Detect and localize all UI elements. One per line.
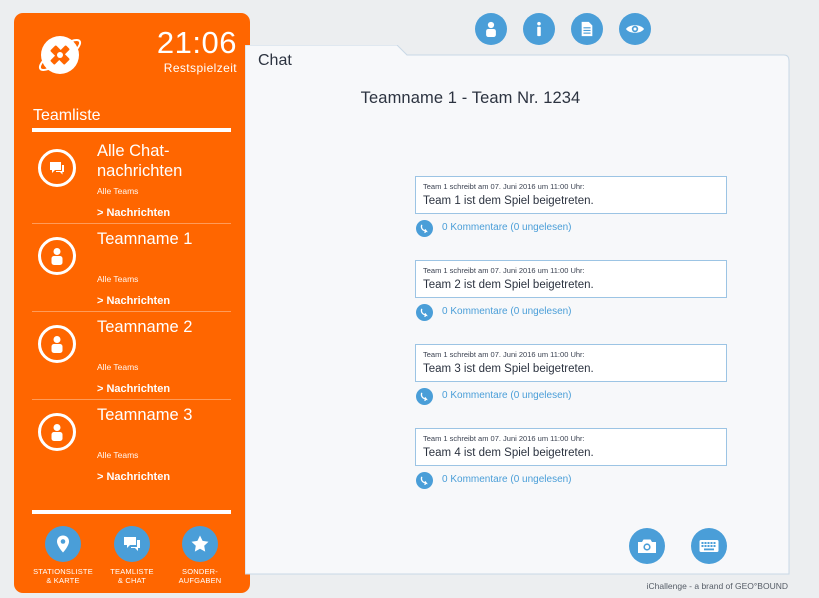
- document-icon: [581, 21, 593, 37]
- team-sub: Alle Teams: [97, 450, 139, 460]
- chat-bubbles-icon: [114, 526, 150, 562]
- message-meta: Team 1 schreibt am 07. Juni 2016 um 11:0…: [423, 266, 585, 275]
- view-button[interactable]: [619, 13, 651, 45]
- messages-link[interactable]: > Nachrichten: [97, 295, 170, 307]
- comments-count[interactable]: 0 Kommentare (0 ungelesen): [442, 390, 572, 401]
- team-entry-3[interactable]: Teamname 3 Alle Teams > Nachrichten: [32, 400, 231, 488]
- teamlist-heading: Teamliste: [33, 107, 101, 124]
- messages-link[interactable]: > Nachrichten: [97, 471, 170, 483]
- message-text: Team 1 ist dem Spiel beigetreten.: [423, 195, 594, 207]
- keyboard-button[interactable]: [691, 528, 727, 564]
- bottom-navigation: STATIONSLISTE & KARTE TEAMLISTE & CHAT SON…: [14, 526, 250, 590]
- satellite-logo-icon: [36, 31, 84, 79]
- person-icon: [486, 21, 496, 37]
- message-text: Team 3 ist dem Spiel beigetreten.: [423, 363, 594, 375]
- clock-label: Restspielzeit: [163, 61, 237, 75]
- nav-label: AUFGABEN: [178, 576, 222, 585]
- nav-label: TEAMLISTE: [110, 567, 154, 576]
- message-meta: Team 1 schreibt am 07. Juni 2016 um 11:0…: [423, 434, 585, 443]
- comments-count[interactable]: 0 Kommentare (0 ungelesen): [442, 222, 572, 233]
- team-entry-2[interactable]: Teamname 2 Alle Teams > Nachrichten: [32, 312, 231, 400]
- team-sub: Alle Teams: [97, 274, 139, 284]
- reply-icon: [416, 472, 433, 489]
- messages-link[interactable]: > Nachrichten: [97, 207, 170, 219]
- nav-label: & CHAT: [117, 576, 147, 585]
- chat-bubbles-icon: [38, 149, 76, 187]
- messages-link[interactable]: > Nachrichten: [97, 383, 170, 395]
- star-icon: [182, 526, 218, 562]
- message-text: Team 4 ist dem Spiel beigetreten.: [423, 447, 594, 459]
- brand-footer: iChallenge - a brand of GEO°BOUND: [646, 581, 788, 591]
- map-pin-icon: [45, 526, 81, 562]
- message-meta: Team 1 schreibt am 07. Juni 2016 um 11:0…: [423, 182, 585, 191]
- nav-label: & KARTE: [46, 576, 80, 585]
- message-meta: Team 1 schreibt am 07. Juni 2016 um 11:0…: [423, 350, 585, 359]
- chat-message: Team 1 schreibt am 07. Juni 2016 um 11:0…: [415, 176, 727, 214]
- nav-label: SONDER-: [182, 567, 218, 576]
- team-sub: Alle Teams: [97, 362, 139, 372]
- comments-count[interactable]: 0 Kommentare (0 ungelesen): [442, 306, 572, 317]
- chat-message: Team 1 schreibt am 07. Juni 2016 um 11:0…: [415, 260, 727, 298]
- nav-sonderaufgaben[interactable]: SONDER- AUFGABEN: [165, 526, 235, 585]
- nav-label: STATIONSLISTE: [33, 567, 93, 576]
- team-entry-all-chats[interactable]: Alle Chat-nachrichten Alle Teams > Nachr…: [32, 136, 231, 224]
- keyboard-icon: [699, 540, 719, 552]
- tab-chat[interactable]: Chat: [258, 52, 292, 70]
- remaining-time: 21:06 Restspielzeit: [156, 25, 237, 76]
- team-sub: Alle Teams: [97, 186, 139, 196]
- nav-teamliste-chat[interactable]: TEAMLISTE & CHAT: [97, 526, 167, 585]
- document-button[interactable]: [571, 13, 603, 45]
- camera-icon: [638, 539, 656, 553]
- camera-button[interactable]: [629, 528, 665, 564]
- reply-icon: [416, 304, 433, 321]
- team-name: Alle Chat-nachrichten: [97, 142, 183, 180]
- person-icon: [38, 413, 76, 451]
- message-text: Team 2 ist dem Spiel beigetreten.: [423, 279, 594, 291]
- person-icon: [38, 237, 76, 275]
- clock-time: 21:06: [156, 25, 237, 60]
- team-entry-1[interactable]: Teamname 1 Alle Teams > Nachrichten: [32, 224, 231, 312]
- nav-stationsliste-karte[interactable]: STATIONSLISTE & KARTE: [28, 526, 98, 585]
- divider: [32, 128, 231, 132]
- divider: [32, 510, 231, 514]
- eye-icon: [626, 25, 644, 33]
- team-name: Teamname 2: [97, 318, 193, 336]
- person-icon: [38, 325, 76, 363]
- team-name: Teamname 3: [97, 406, 193, 424]
- reply-icon: [416, 220, 433, 237]
- info-icon: [537, 21, 541, 37]
- reply-icon: [416, 388, 433, 405]
- info-button[interactable]: [523, 13, 555, 45]
- comments-count[interactable]: 0 Kommentare (0 ungelesen): [442, 474, 572, 485]
- team-sidebar: 21:06 Restspielzeit Teamliste Alle Chat-…: [14, 13, 250, 593]
- chat-message: Team 1 schreibt am 07. Juni 2016 um 11:0…: [415, 428, 727, 466]
- profile-button[interactable]: [475, 13, 507, 45]
- chat-message: Team 1 schreibt am 07. Juni 2016 um 11:0…: [415, 344, 727, 382]
- page-title: Teamname 1 - Team Nr. 1234: [360, 89, 581, 107]
- team-name: Teamname 1: [97, 230, 193, 248]
